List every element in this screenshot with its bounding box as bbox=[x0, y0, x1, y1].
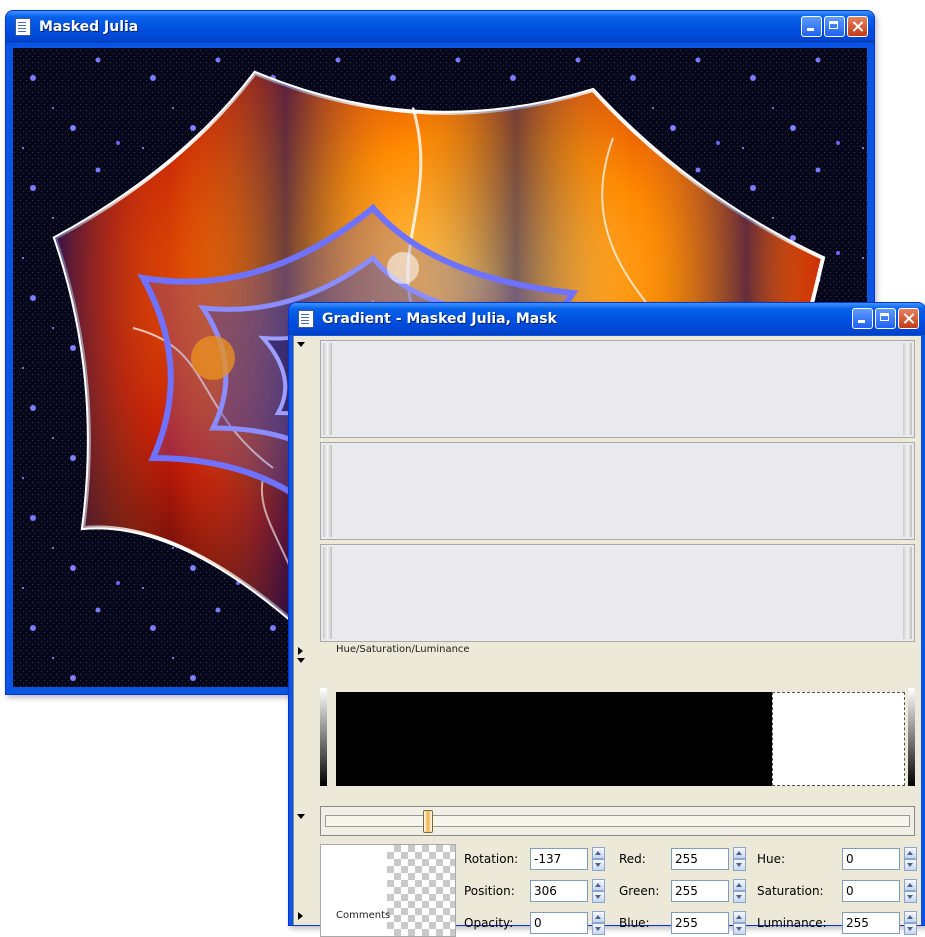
rotation-spinner[interactable] bbox=[592, 847, 605, 871]
slider-thumb[interactable] bbox=[423, 810, 433, 833]
position-label: Position: bbox=[464, 884, 515, 898]
luminance-field[interactable]: 255 bbox=[842, 912, 900, 934]
spin-up-icon[interactable] bbox=[592, 911, 605, 923]
spin-down-icon[interactable] bbox=[592, 923, 605, 935]
green-spinner[interactable] bbox=[733, 879, 746, 903]
green-field[interactable]: 255 bbox=[671, 880, 729, 902]
opacity-spinner[interactable] bbox=[592, 911, 605, 935]
gradient-lane-1[interactable] bbox=[320, 340, 915, 438]
julia-minimize-button[interactable] bbox=[801, 16, 822, 37]
luminance-spinner[interactable] bbox=[904, 911, 917, 935]
spin-down-icon[interactable] bbox=[904, 923, 917, 935]
color-preview bbox=[320, 844, 456, 937]
julia-title-bar[interactable]: Masked Julia bbox=[6, 11, 874, 43]
rotation-field[interactable]: -137 bbox=[530, 848, 588, 870]
spin-up-icon[interactable] bbox=[904, 879, 917, 891]
selected-white-region[interactable] bbox=[772, 692, 905, 786]
spin-up-icon[interactable] bbox=[592, 847, 605, 859]
gradient-editor: Hue/Saturation/Luminance Rotation: -137 … bbox=[293, 336, 921, 937]
red-field[interactable]: 255 bbox=[671, 848, 729, 870]
opacity-field[interactable]: 0 bbox=[530, 912, 588, 934]
hsl-gradient-strip[interactable] bbox=[320, 688, 915, 786]
gradient-lane-3[interactable] bbox=[320, 544, 915, 642]
blue-field[interactable]: 255 bbox=[671, 912, 729, 934]
opacity-label: Opacity: bbox=[464, 916, 514, 930]
position-slider[interactable] bbox=[320, 806, 915, 836]
gradient-minimize-button[interactable] bbox=[852, 308, 873, 329]
spin-up-icon[interactable] bbox=[733, 847, 746, 859]
hsl-section-label: Hue/Saturation/Luminance bbox=[336, 644, 470, 655]
left-luminance-ramp bbox=[320, 688, 327, 786]
document-icon bbox=[298, 310, 314, 328]
gradient-lane-2[interactable] bbox=[320, 442, 915, 540]
blue-label: Blue: bbox=[619, 916, 650, 930]
spin-down-icon[interactable] bbox=[904, 891, 917, 903]
spin-down-icon[interactable] bbox=[592, 891, 605, 903]
spin-down-icon[interactable] bbox=[733, 923, 746, 935]
spin-up-icon[interactable] bbox=[733, 879, 746, 891]
red-spinner[interactable] bbox=[733, 847, 746, 871]
gradient-close-button[interactable] bbox=[898, 308, 919, 329]
slider-groove bbox=[325, 815, 910, 827]
spin-up-icon[interactable] bbox=[904, 911, 917, 923]
gradient-window-title: Gradient - Masked Julia, Mask bbox=[322, 311, 557, 327]
document-icon bbox=[15, 18, 31, 36]
spin-down-icon[interactable] bbox=[733, 891, 746, 903]
position-field[interactable]: 306 bbox=[530, 880, 588, 902]
expand-hsl-icon[interactable] bbox=[298, 647, 303, 655]
green-label: Green: bbox=[619, 884, 660, 898]
collapse-properties-icon[interactable] bbox=[297, 814, 305, 819]
julia-maximize-button[interactable] bbox=[824, 16, 845, 37]
hue-spinner[interactable] bbox=[904, 847, 917, 871]
transparency-checker bbox=[387, 845, 455, 936]
julia-close-button[interactable] bbox=[847, 16, 868, 37]
luminance-label: Luminance: bbox=[757, 916, 827, 930]
black-gradient-region[interactable] bbox=[336, 692, 772, 786]
spin-up-icon[interactable] bbox=[592, 879, 605, 891]
spin-down-icon[interactable] bbox=[733, 859, 746, 871]
left-gutter bbox=[294, 336, 308, 925]
spin-up-icon[interactable] bbox=[733, 911, 746, 923]
red-label: Red: bbox=[619, 852, 646, 866]
saturation-field[interactable]: 0 bbox=[842, 880, 900, 902]
gradient-window[interactable]: Gradient - Masked Julia, Mask Hue/Satura… bbox=[288, 302, 925, 937]
right-luminance-ramp bbox=[908, 688, 915, 786]
expand-comments-icon[interactable] bbox=[298, 912, 303, 920]
rotation-label: Rotation: bbox=[464, 852, 519, 866]
spin-down-icon[interactable] bbox=[592, 859, 605, 871]
collapse-hsl-icon[interactable] bbox=[297, 658, 305, 663]
gradient-title-bar[interactable]: Gradient - Masked Julia, Mask bbox=[289, 303, 925, 335]
julia-window-title: Masked Julia bbox=[39, 19, 139, 35]
spin-up-icon[interactable] bbox=[904, 847, 917, 859]
saturation-label: Saturation: bbox=[757, 884, 824, 898]
blue-spinner[interactable] bbox=[733, 911, 746, 935]
spin-down-icon[interactable] bbox=[904, 859, 917, 871]
saturation-spinner[interactable] bbox=[904, 879, 917, 903]
hue-field[interactable]: 0 bbox=[842, 848, 900, 870]
comments-section-label: Comments bbox=[336, 910, 391, 921]
gradient-maximize-button[interactable] bbox=[875, 308, 896, 329]
position-spinner[interactable] bbox=[592, 879, 605, 903]
hue-label: Hue: bbox=[757, 852, 786, 866]
collapse-top-icon[interactable] bbox=[297, 342, 305, 347]
